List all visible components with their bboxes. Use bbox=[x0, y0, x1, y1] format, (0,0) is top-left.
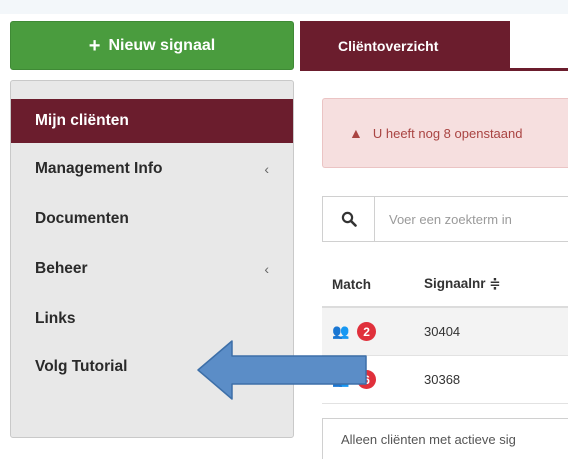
new-signal-button[interactable]: + Nieuw signaal bbox=[10, 21, 294, 70]
sidebar-item-label: Documenten bbox=[35, 210, 129, 227]
alert-text: U heeft nog 8 openstaand bbox=[372, 125, 523, 141]
people-icon: 👥 bbox=[332, 322, 350, 339]
sidebar-item-documenten[interactable]: Documenten bbox=[11, 197, 293, 241]
tab-label: Cliëntoverzicht bbox=[338, 37, 439, 54]
signaalnr-cell: 30368 bbox=[424, 372, 461, 387]
sidebar-item-beheer[interactable]: Beheer ‹ bbox=[11, 247, 293, 291]
sidebar-item-links[interactable]: Links bbox=[11, 297, 293, 341]
sidebar-item-label: Volg Tutorial bbox=[35, 358, 128, 375]
sidebar-item-management-info[interactable]: Management Info ‹ bbox=[11, 147, 293, 191]
new-signal-label: Nieuw signaal bbox=[108, 36, 216, 54]
sidebar-item-mijn-clienten[interactable]: Mijn cliënten bbox=[11, 99, 293, 143]
column-header-match[interactable]: Match bbox=[322, 277, 408, 292]
sidebar-item-label: Management Info bbox=[35, 160, 163, 177]
tab-clientoverzicht[interactable]: Cliëntoverzicht bbox=[300, 21, 510, 70]
column-header-signaalnr[interactable]: Signaalnr ≑ bbox=[408, 276, 568, 292]
plus-icon: + bbox=[88, 34, 101, 57]
chevron-left-icon: ‹ bbox=[264, 161, 269, 177]
active-signal-filter[interactable]: Alleen cliënten met actieve sig bbox=[322, 418, 568, 459]
tab-underline bbox=[300, 68, 568, 71]
sidebar-item-label: Links bbox=[35, 310, 76, 327]
signaalnr-cell: 30404 bbox=[424, 324, 461, 339]
search-bar bbox=[322, 196, 568, 242]
sidebar-item-label: Beheer bbox=[35, 260, 88, 277]
warning-alert: ▲ U heeft nog 8 openstaand bbox=[322, 98, 568, 168]
top-strip bbox=[0, 0, 568, 14]
sidebar-item-label: Mijn cliënten bbox=[35, 112, 129, 129]
annotation-arrow-icon bbox=[197, 340, 367, 400]
filter-label: Alleen cliënten met actieve sig bbox=[341, 431, 516, 447]
search-icon[interactable] bbox=[323, 197, 375, 241]
table-header: Match Signaalnr ≑ bbox=[322, 262, 568, 308]
chevron-left-icon: ‹ bbox=[264, 261, 269, 277]
search-input[interactable] bbox=[375, 197, 568, 241]
warning-icon: ▲ bbox=[349, 125, 363, 141]
